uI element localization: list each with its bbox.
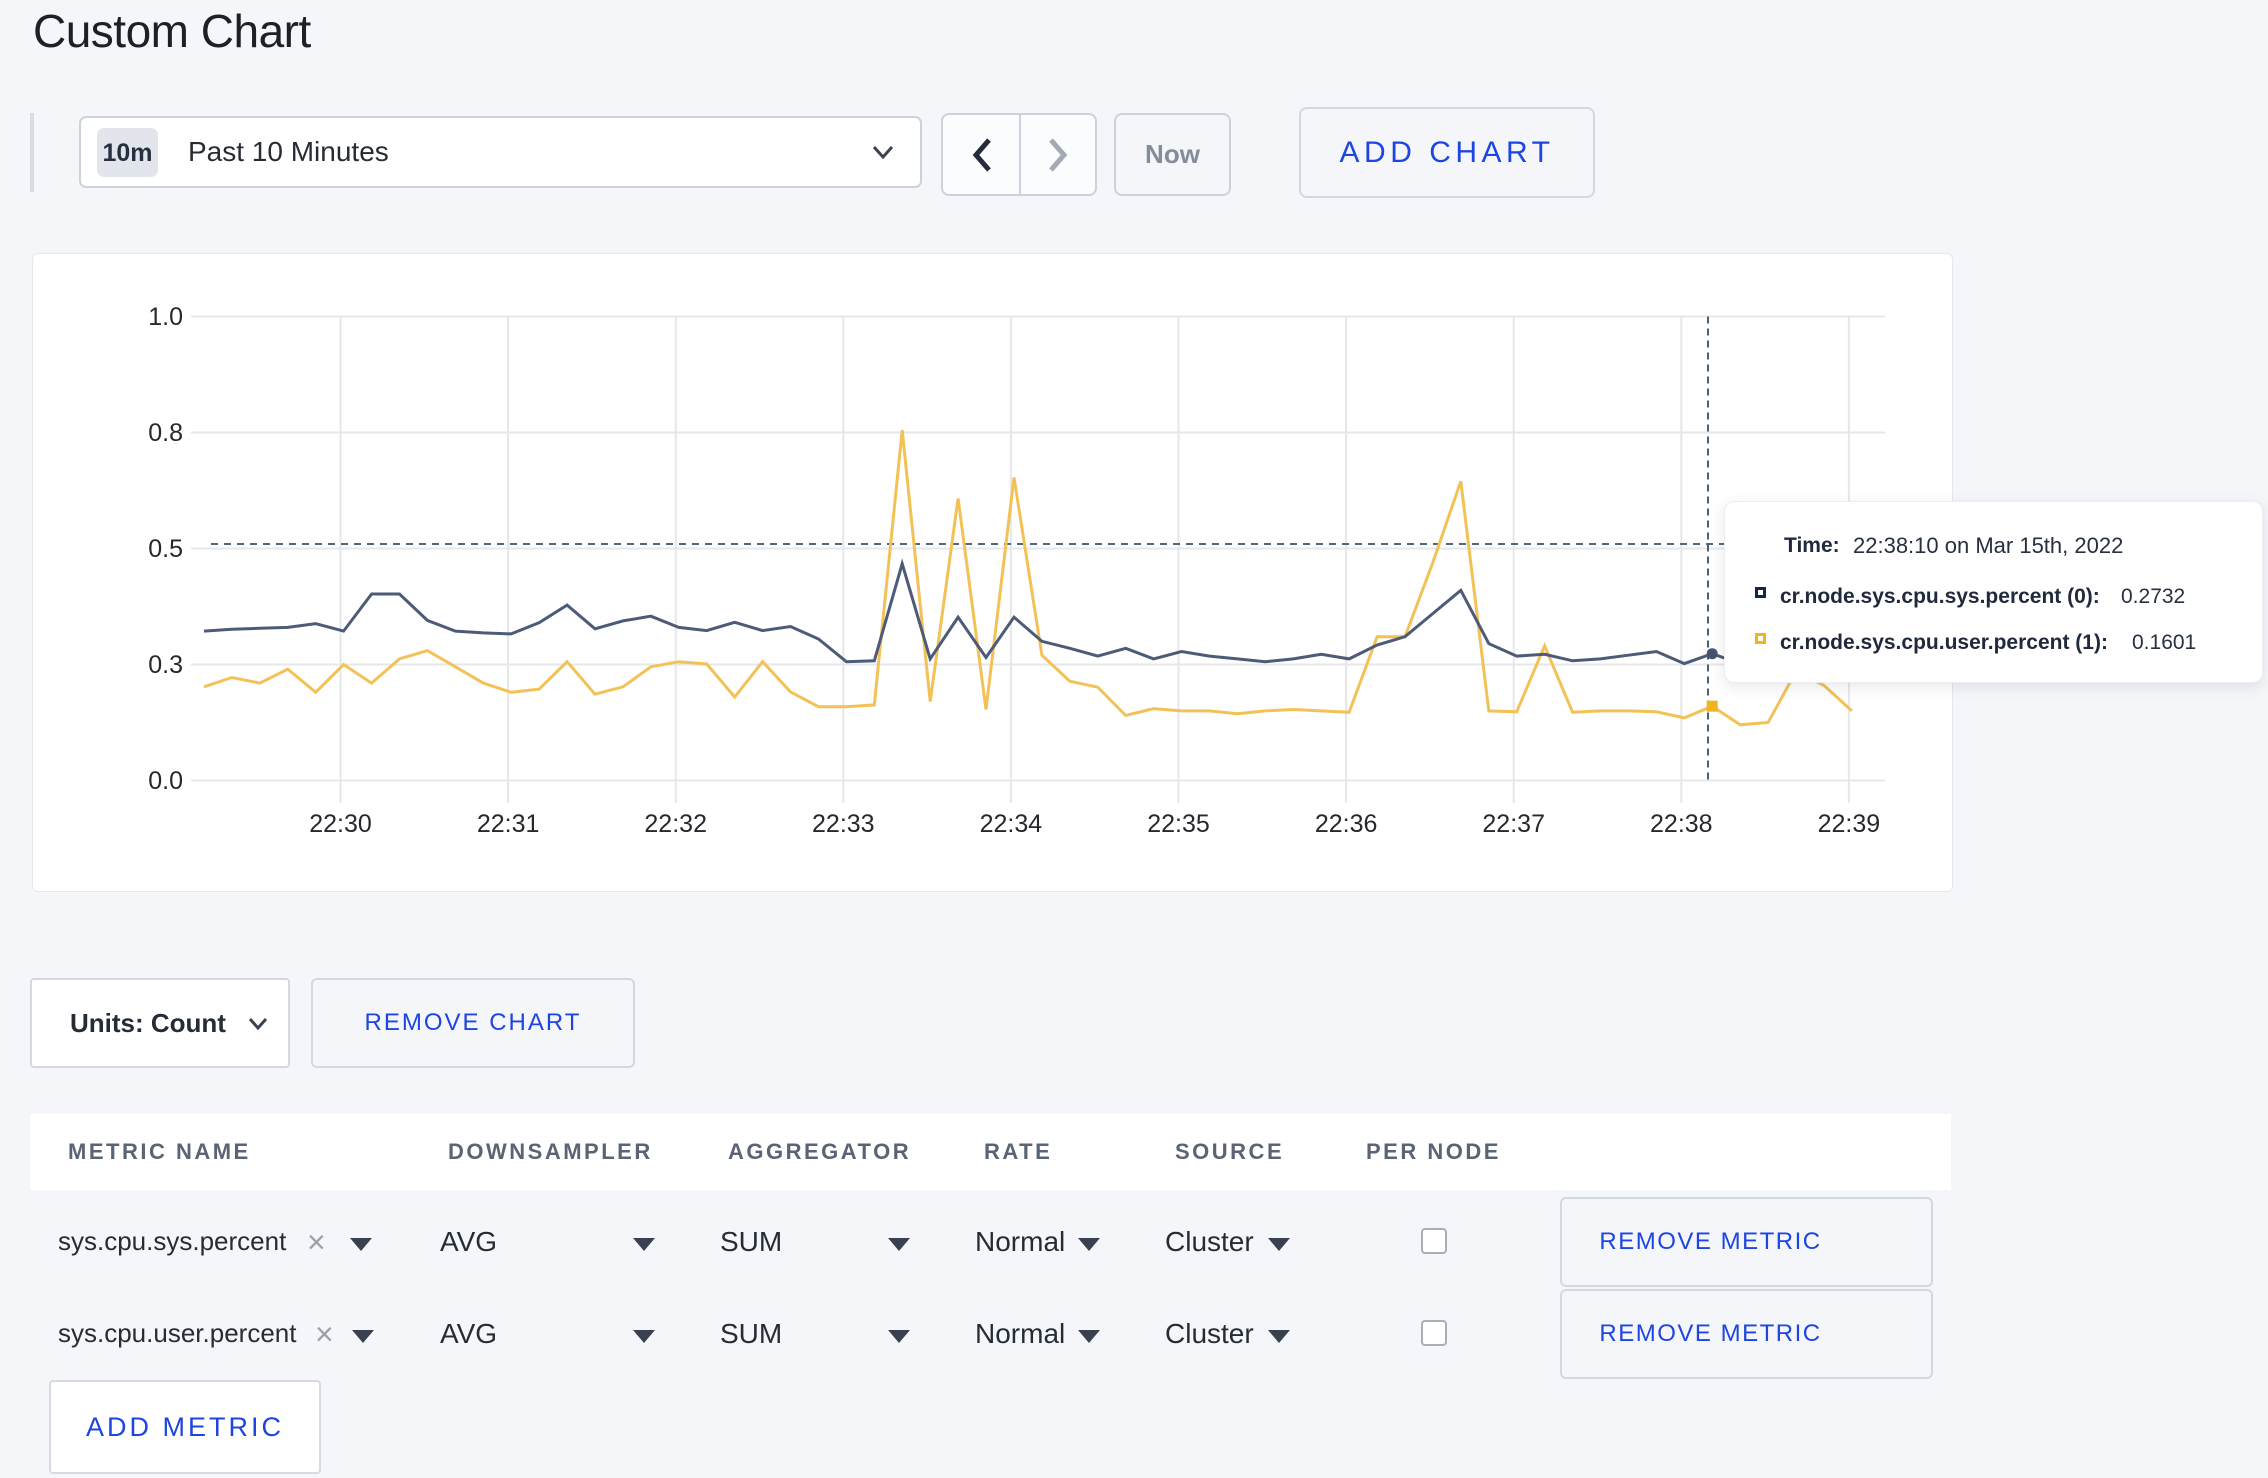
svg-text:22:32: 22:32 <box>644 810 707 838</box>
svg-text:0.0: 0.0 <box>148 767 183 795</box>
svg-text:22:36: 22:36 <box>1315 810 1378 838</box>
svg-text:22:33: 22:33 <box>812 810 875 838</box>
svg-text:22:34: 22:34 <box>980 810 1043 838</box>
svg-text:22:37: 22:37 <box>1482 810 1545 838</box>
svg-text:0.8: 0.8 <box>148 419 183 447</box>
svg-text:22:31: 22:31 <box>477 810 540 838</box>
svg-text:22:30: 22:30 <box>309 810 372 838</box>
svg-text:22:35: 22:35 <box>1147 810 1210 838</box>
svg-text:0.3: 0.3 <box>148 651 183 679</box>
svg-text:22:38: 22:38 <box>1650 810 1713 838</box>
svg-text:22:39: 22:39 <box>1818 810 1881 838</box>
svg-text:1.0: 1.0 <box>148 303 183 331</box>
svg-text:0.5: 0.5 <box>148 535 183 563</box>
